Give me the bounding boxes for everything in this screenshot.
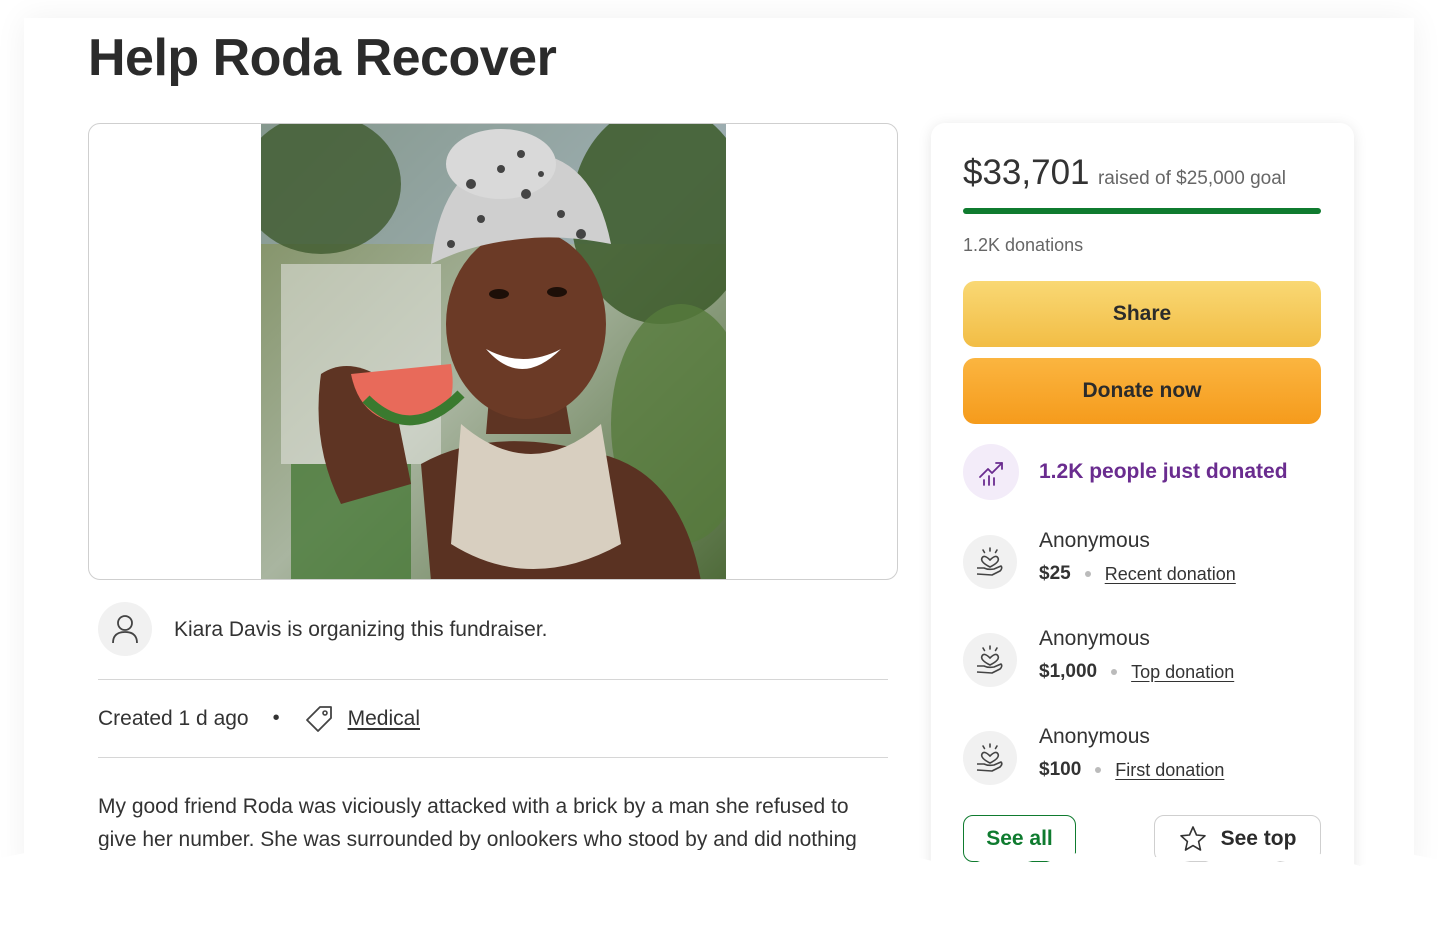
- organizer-row: Kiara Davis is organizing this fundraise…: [98, 602, 888, 680]
- campaign-media: [88, 123, 898, 580]
- donor-avatar: [963, 731, 1017, 785]
- raised-summary: $33,701 raised of $25,000 goal: [963, 153, 1286, 193]
- trend-badge: [963, 444, 1019, 500]
- created-text: Created 1 d ago: [98, 706, 249, 730]
- dot-separator: [1111, 669, 1118, 675]
- donor-avatar: [963, 633, 1017, 687]
- heart-hand-icon: [976, 743, 1003, 772]
- donation-item: Anonymous $100 First donation: [963, 721, 1224, 785]
- torn-edge-bottom: [0, 850, 1440, 946]
- recent-donation-link[interactable]: Recent donation: [1105, 564, 1236, 585]
- avatar: [98, 602, 152, 656]
- progress-bar: [963, 208, 1321, 214]
- tag-icon: [304, 704, 334, 734]
- donation-item: Anonymous $1,000 Top donation: [963, 623, 1234, 687]
- meta-row: Created 1 d ago • Medical: [98, 680, 888, 758]
- dot-separator: [1095, 767, 1102, 773]
- donor-name: Anonymous: [1039, 627, 1150, 650]
- raised-amount: $33,701: [963, 153, 1090, 192]
- share-button[interactable]: Share: [963, 281, 1321, 347]
- donation-amount: $100: [1039, 759, 1082, 780]
- trend-up-icon: [979, 462, 1003, 486]
- donor-name: Anonymous: [1039, 529, 1150, 552]
- heart-hand-icon: [976, 547, 1003, 576]
- donation-trend: 1.2K people just donated: [963, 444, 1288, 500]
- campaign-photo: [261, 124, 726, 579]
- raised-goal: raised of $25,000 goal: [1097, 168, 1287, 189]
- progress-fill: [963, 208, 1321, 214]
- organizer-text: Kiara Davis is organizing this fundraise…: [174, 618, 548, 641]
- dot-separator: [1084, 571, 1091, 577]
- donor-name: Anonymous: [1039, 725, 1150, 748]
- bullet-separator: •: [272, 707, 280, 729]
- heart-hand-icon: [976, 645, 1003, 674]
- donation-amount: $25: [1039, 563, 1071, 584]
- category-link[interactable]: Medical: [348, 707, 420, 731]
- first-donation-link[interactable]: First donation: [1115, 760, 1224, 781]
- page-title: Help Roda Recover: [88, 29, 557, 87]
- donation-amount: $1,000: [1039, 661, 1098, 682]
- donation-sidebar: $33,701 raised of $25,000 goal 1.2K dona…: [931, 123, 1354, 883]
- donor-avatar: [963, 535, 1017, 589]
- person-icon: [112, 615, 138, 644]
- donate-button[interactable]: Donate now: [963, 358, 1321, 424]
- donation-item: Anonymous $25 Recent donation: [963, 525, 1236, 589]
- trend-text: 1.2K people just donated: [1039, 460, 1288, 483]
- top-donation-link[interactable]: Top donation: [1131, 662, 1234, 683]
- donation-count: 1.2K donations: [963, 235, 1084, 255]
